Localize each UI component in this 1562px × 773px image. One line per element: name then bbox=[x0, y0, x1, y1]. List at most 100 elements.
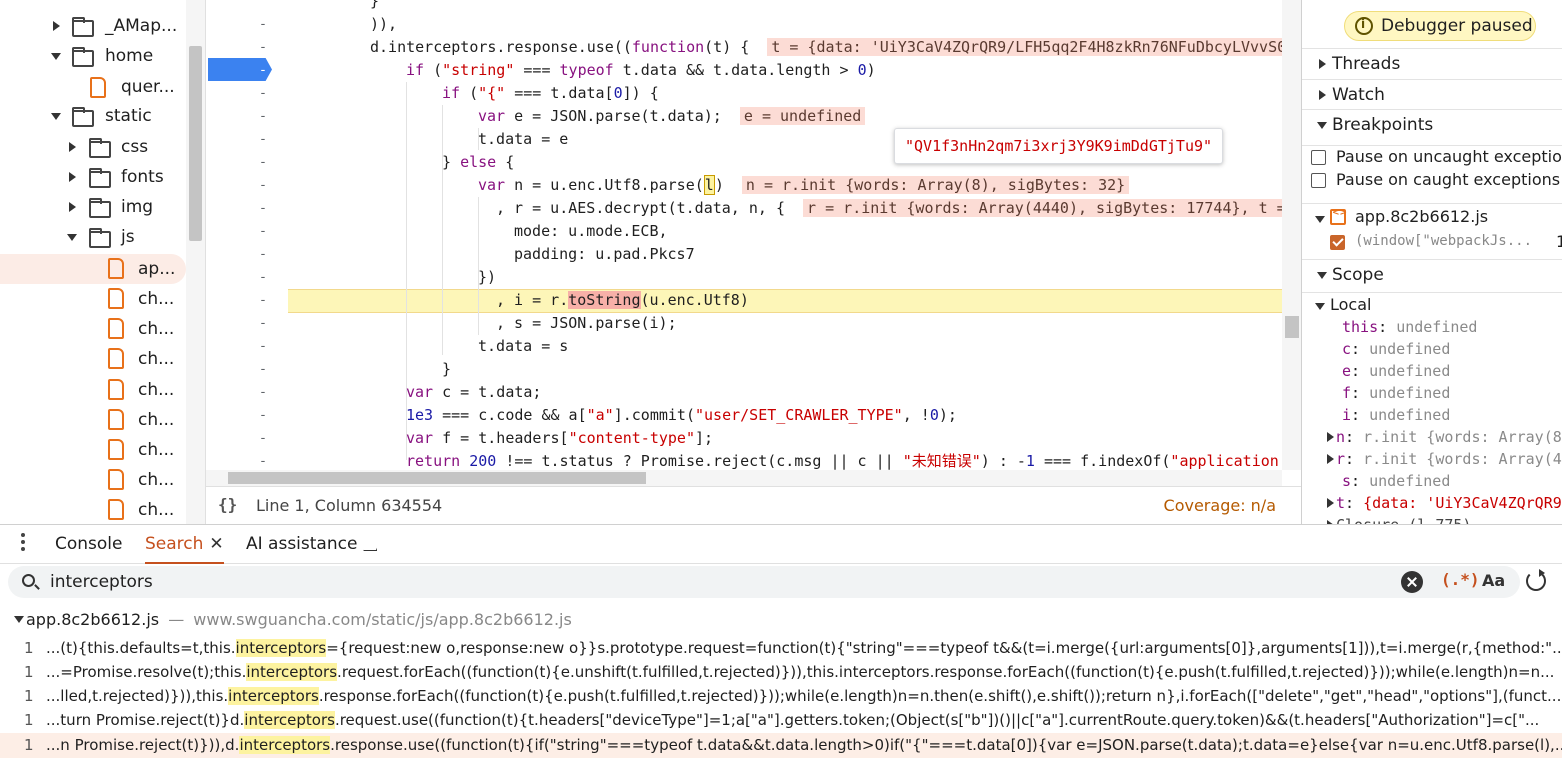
scope-var[interactable]: i: undefined bbox=[1342, 404, 1450, 426]
section-scope[interactable]: Scope bbox=[1302, 259, 1562, 289]
search-result-row-selected[interactable]: 1 ...n Promise.reject(t)})),d.intercepto… bbox=[0, 733, 1562, 758]
chevron-right-icon[interactable] bbox=[66, 201, 78, 213]
gutter-mark[interactable]: - bbox=[256, 312, 270, 335]
gutter-mark[interactable]: - bbox=[256, 266, 270, 289]
tree-item-js[interactable]: js bbox=[0, 222, 186, 252]
tree-item-fonts[interactable]: fonts bbox=[0, 162, 186, 192]
tree-item-chunk[interactable]: ch... bbox=[0, 284, 186, 314]
gutter-mark[interactable]: - bbox=[256, 36, 270, 59]
tab-search[interactable]: Search ✕ bbox=[145, 534, 224, 564]
match-case-button[interactable]: Aa bbox=[1482, 571, 1505, 590]
gutter-mark[interactable]: - bbox=[256, 220, 270, 243]
more-options-icon[interactable] bbox=[20, 533, 26, 555]
tree-item-chunk[interactable]: ch... bbox=[0, 405, 186, 435]
gutter-mark[interactable]: - bbox=[256, 13, 270, 36]
editor-horizontal-scrollbar[interactable] bbox=[206, 470, 1282, 486]
regex-toggle-button[interactable]: (.*) bbox=[1441, 570, 1480, 589]
scrollbar-thumb[interactable] bbox=[228, 472, 646, 484]
chevron-right-icon[interactable] bbox=[50, 20, 62, 32]
scrollbar-thumb[interactable] bbox=[1285, 316, 1299, 338]
inline-value-e[interactable]: e = undefined bbox=[739, 107, 866, 125]
gutter-mark[interactable]: - bbox=[256, 358, 270, 381]
scope-var[interactable]: e: undefined bbox=[1342, 360, 1450, 382]
section-threads[interactable]: Threads bbox=[1302, 48, 1562, 78]
tree-item-chunk[interactable]: ch... bbox=[0, 375, 186, 405]
pause-caught-checkbox[interactable] bbox=[1311, 173, 1326, 188]
tree-item-app-js[interactable]: ap... bbox=[0, 254, 186, 284]
breakpoint-file-group[interactable]: app.8c2b6612.js bbox=[1302, 203, 1562, 231]
chevron-right-icon[interactable] bbox=[1324, 453, 1334, 465]
search-input[interactable] bbox=[50, 570, 1390, 594]
inline-value-n[interactable]: n = r.init {words: Array(8), sigBytes: 3… bbox=[741, 176, 1130, 194]
gutter-mark[interactable]: - bbox=[256, 82, 270, 105]
gutter-mark[interactable]: - bbox=[256, 197, 270, 220]
scope-var[interactable]: this: undefined bbox=[1342, 316, 1477, 338]
chevron-down-icon[interactable] bbox=[14, 616, 24, 623]
pause-caught-option[interactable]: Pause on caught exceptions bbox=[1302, 169, 1562, 193]
search-result-row[interactable]: 1 ...lled,t.rejected)})),this.intercepto… bbox=[0, 684, 1562, 709]
gutter-mark[interactable]: - bbox=[256, 174, 270, 197]
gutter-mark[interactable]: - bbox=[256, 289, 270, 312]
tree-item-query[interactable]: quer... bbox=[0, 72, 186, 102]
gutter-mark[interactable]: - bbox=[256, 381, 270, 404]
tree-item-amap[interactable]: _AMap... bbox=[0, 11, 186, 41]
scope-local[interactable]: Local bbox=[1302, 292, 1562, 316]
tree-item-chunk[interactable]: ch... bbox=[0, 495, 186, 524]
tree-item-chunk[interactable]: ch... bbox=[0, 344, 186, 374]
tree-item-static[interactable]: static bbox=[0, 101, 186, 131]
section-watch[interactable]: Watch bbox=[1302, 79, 1562, 109]
section-breakpoints[interactable]: Breakpoints bbox=[1302, 109, 1562, 139]
scope-var[interactable]: t: {data: 'UiY3CaV4ZQrQR9 bbox=[1326, 492, 1562, 514]
pretty-print-button[interactable]: {} bbox=[218, 495, 237, 514]
breakpoint-entry[interactable]: (window["webpackJs... 1 bbox=[1302, 231, 1562, 255]
scope-var[interactable]: c: undefined bbox=[1342, 338, 1450, 360]
scope-var[interactable]: r: r.init {words: Array(4 bbox=[1326, 448, 1562, 470]
chevron-right-icon[interactable] bbox=[1324, 497, 1334, 509]
refresh-icon[interactable] bbox=[1526, 569, 1546, 591]
scope-var[interactable]: f: undefined bbox=[1342, 382, 1450, 404]
close-tab-icon[interactable]: ✕ bbox=[209, 534, 223, 554]
tab-console[interactable]: Console bbox=[55, 534, 123, 564]
clear-search-icon[interactable] bbox=[1401, 571, 1423, 593]
inline-value-t[interactable]: t = {data: 'UiY3CaV4ZQrQR9/LFH5qq2F4H8zk… bbox=[767, 38, 1282, 56]
scope-var[interactable]: s: undefined bbox=[1342, 470, 1450, 492]
chevron-down-icon[interactable] bbox=[50, 110, 62, 122]
tree-scrollbar[interactable] bbox=[186, 0, 205, 524]
result-file-header[interactable]: app.8c2b6612.js — www.swguancha.com/stat… bbox=[14, 610, 572, 629]
gutter-mark[interactable]: - bbox=[256, 105, 270, 128]
chevron-right-icon[interactable] bbox=[1324, 431, 1334, 443]
chevron-down-icon[interactable] bbox=[1314, 300, 1326, 312]
gutter-mark[interactable]: - bbox=[256, 151, 270, 174]
chevron-down-icon[interactable] bbox=[50, 50, 62, 62]
tree-item-chunk[interactable]: ch... bbox=[0, 435, 186, 465]
tree-item-chunk[interactable]: ch... bbox=[0, 465, 186, 495]
pause-uncaught-checkbox[interactable] bbox=[1311, 150, 1326, 165]
gutter-mark[interactable]: - bbox=[256, 59, 270, 82]
tree-item-home[interactable]: home bbox=[0, 41, 186, 71]
gutter-mark[interactable]: - bbox=[256, 335, 270, 358]
chevron-right-icon[interactable] bbox=[66, 141, 78, 153]
breakpoint-checkbox[interactable] bbox=[1330, 235, 1345, 250]
scope-closure[interactable]: Closure (l.775) bbox=[1326, 514, 1471, 524]
chevron-down-icon[interactable] bbox=[1314, 213, 1326, 225]
chevron-right-icon[interactable] bbox=[66, 171, 78, 183]
gutter-mark[interactable]: - bbox=[256, 427, 270, 450]
code-editor[interactable]: - - - - - - - - - - - - - - - - - - - - … bbox=[205, 0, 1302, 524]
scrollbar-thumb[interactable] bbox=[189, 46, 202, 241]
gutter-mark[interactable]: - bbox=[256, 128, 270, 151]
gutter-mark[interactable]: - bbox=[256, 404, 270, 427]
gutter-mark[interactable]: - bbox=[256, 243, 270, 266]
search-result-row[interactable]: 1 ...turn Promise.reject(t)}d.intercepto… bbox=[0, 708, 1562, 733]
chevron-down-icon[interactable] bbox=[66, 231, 78, 243]
search-result-row[interactable]: 1 ...(t){this.defaults=t,this.intercepto… bbox=[0, 636, 1562, 661]
tab-ai-assistance[interactable]: AI assistance bbox=[246, 534, 375, 564]
scope-var[interactable]: n: r.init {words: Array(8 bbox=[1326, 426, 1562, 448]
line-gutter[interactable]: - - - - - - - - - - - - - - - - - - - - bbox=[206, 0, 288, 470]
tree-item-css[interactable]: css bbox=[0, 132, 186, 162]
editor-vertical-scrollbar[interactable] bbox=[1282, 0, 1302, 470]
search-result-row[interactable]: 1 ...=Promise.resolve(t);this.intercepto… bbox=[0, 660, 1562, 685]
code-area[interactable]: } )), d.interceptors.response.use((funct… bbox=[288, 0, 1282, 470]
inline-value-r[interactable]: r = r.init {words: Array(4440), sigBytes… bbox=[803, 199, 1282, 217]
coverage-status[interactable]: Coverage: n/a bbox=[1164, 496, 1276, 515]
tree-item-chunk[interactable]: ch... bbox=[0, 314, 186, 344]
